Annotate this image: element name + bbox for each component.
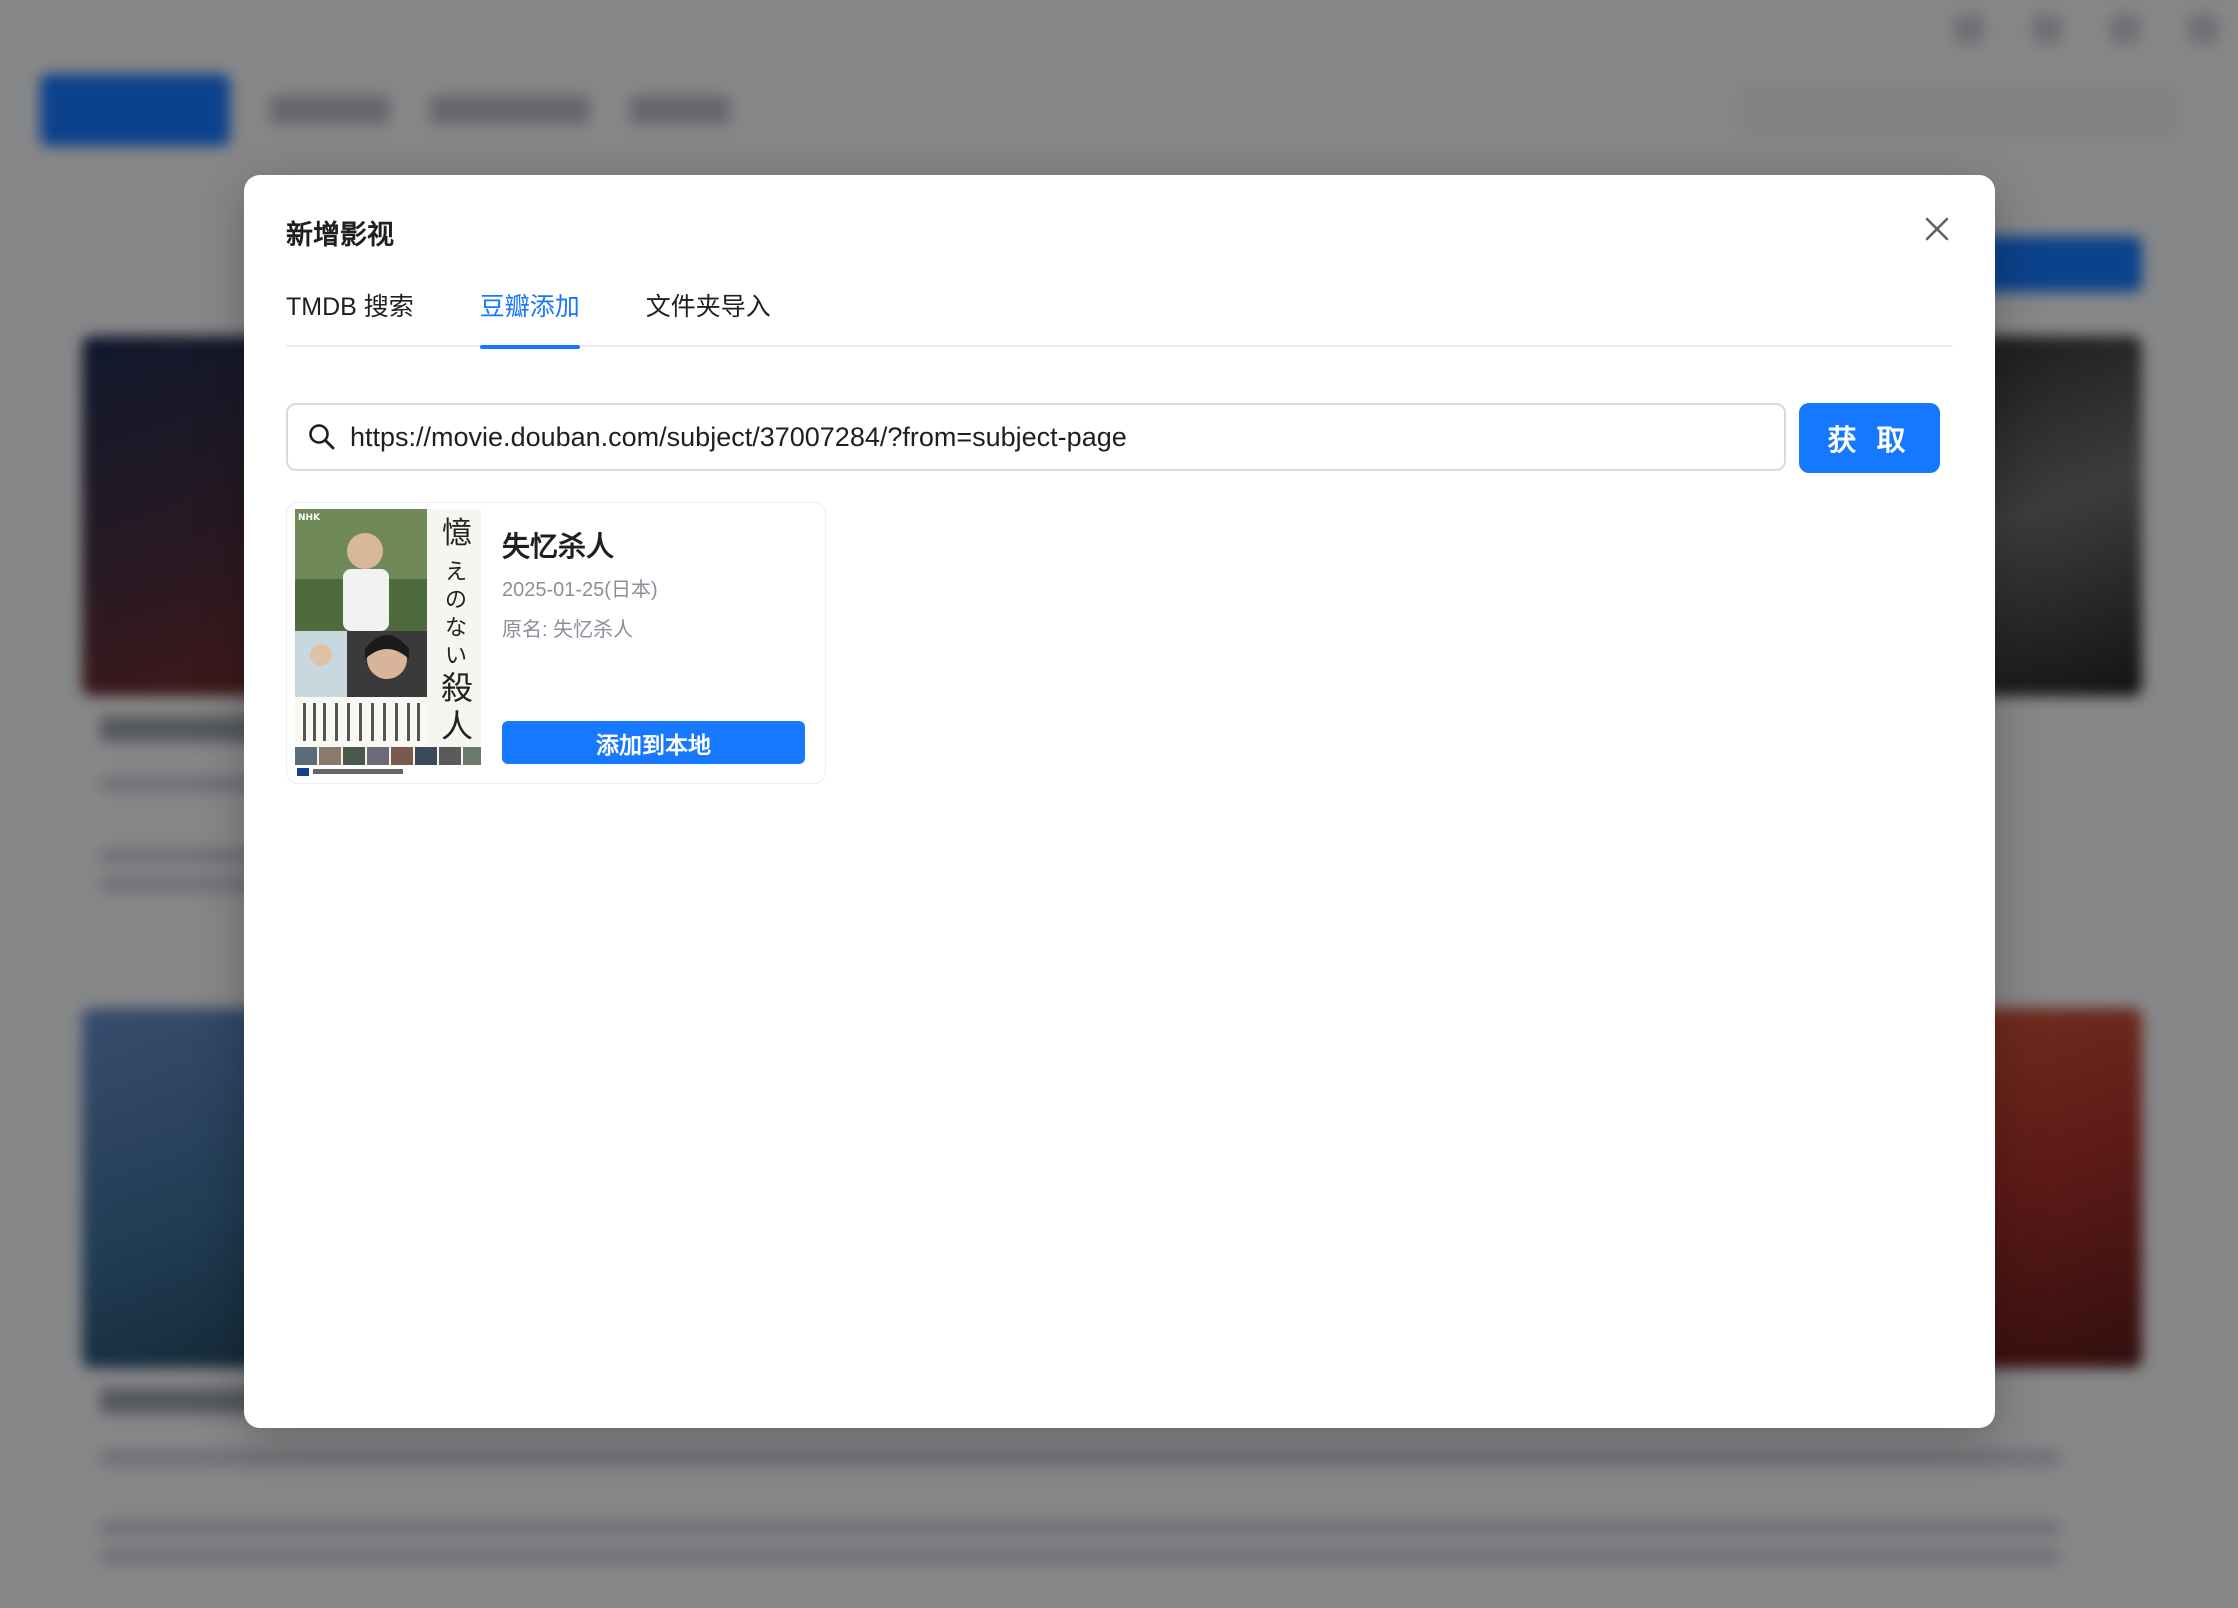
tab-tmdb-search[interactable]: TMDB 搜索 <box>286 283 414 347</box>
poster-title-char: 人 <box>441 707 473 745</box>
close-button[interactable] <box>1915 207 1959 251</box>
poster-brand: NHK <box>298 513 321 523</box>
douban-url-input[interactable] <box>350 421 1784 453</box>
result-title: 失忆杀人 <box>502 531 615 562</box>
dialog-title: 新增影视 <box>286 220 394 250</box>
close-icon <box>1925 217 1949 241</box>
fetch-button[interactable]: 获 取 <box>1799 403 1940 473</box>
movie-poster: 憶 え の な い 殺 人 NHK <box>295 509 481 779</box>
poster-title-char: え <box>445 560 467 585</box>
add-media-dialog: 新增影视 TMDB 搜索 豆瓣添加 文件夹导入 获 取 <box>244 175 1995 1428</box>
douban-url-field <box>286 403 1786 471</box>
add-to-local-button[interactable]: 添加到本地 <box>502 721 805 764</box>
result-release-date: 2025-01-25(日本) <box>502 579 658 601</box>
result-card: 憶 え の な い 殺 人 NHK 失忆杀人 2025-01-25(日本) 原名… <box>286 502 826 784</box>
tab-folder-import[interactable]: 文件夹导入 <box>646 283 771 347</box>
poster-image: 憶 え の な い 殺 人 NHK <box>295 509 481 779</box>
tab-douban-add[interactable]: 豆瓣添加 <box>479 283 580 349</box>
poster-title-char: な <box>445 616 467 641</box>
poster-title-char: の <box>445 588 467 613</box>
search-icon <box>309 424 335 450</box>
dialog-tabs: TMDB 搜索 豆瓣添加 文件夹导入 <box>286 283 1953 349</box>
poster-title-char: 殺 <box>441 669 473 707</box>
poster-title-char: 憶 <box>442 516 472 551</box>
result-original-name: 原名: 失忆杀人 <box>502 619 634 641</box>
poster-title-char: い <box>445 644 467 669</box>
